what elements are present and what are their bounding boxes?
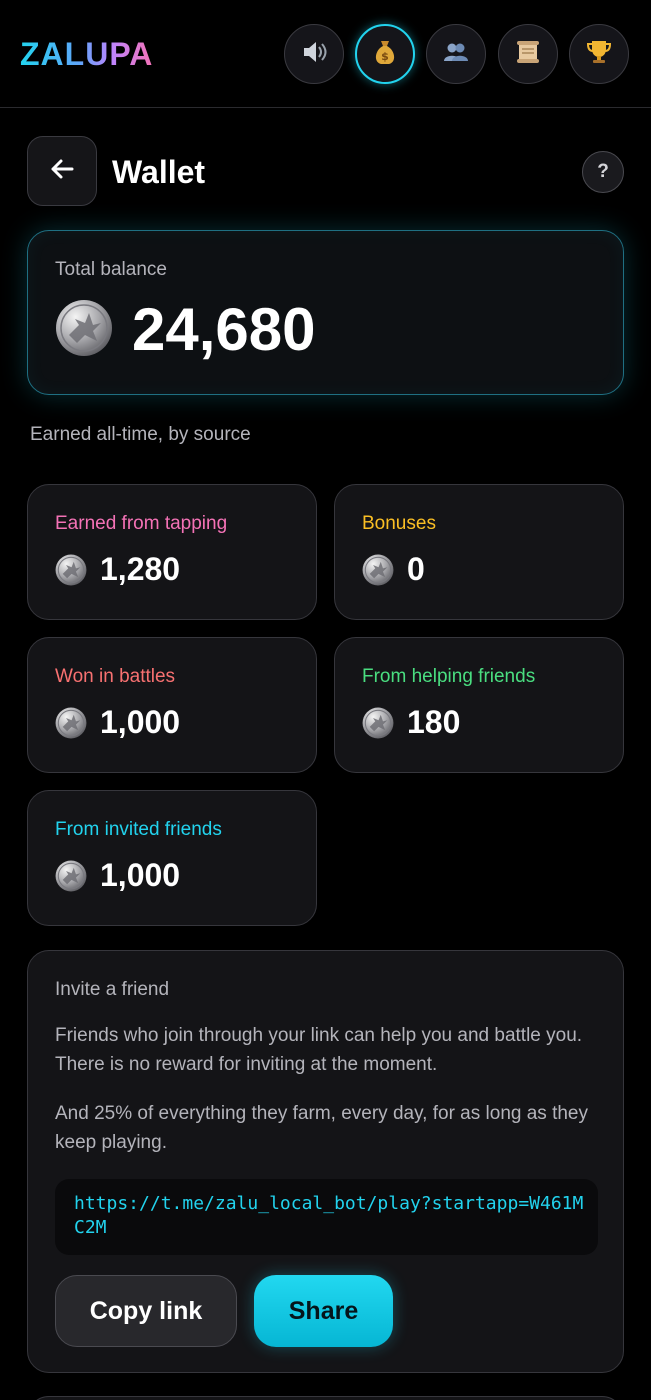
stat-card-bonuses: Bonuses 0 bbox=[334, 484, 624, 620]
stat-label: From helping friends bbox=[362, 666, 536, 687]
coin-icon bbox=[55, 554, 87, 586]
svg-text:$: $ bbox=[381, 50, 389, 63]
nav-quests-button[interactable] bbox=[498, 24, 558, 84]
help-button[interactable]: ? bbox=[582, 151, 624, 193]
invite-link-box[interactable]: https://t.me/zalu_local_bot/play?startap… bbox=[55, 1179, 598, 1255]
nav-sound-button[interactable] bbox=[284, 24, 344, 84]
coin-icon bbox=[55, 707, 87, 739]
nav-friends-button[interactable] bbox=[426, 24, 486, 84]
stat-card-helping-friends: From helping friends 180 bbox=[334, 637, 624, 773]
stat-label: Bonuses bbox=[362, 513, 436, 534]
coin-icon bbox=[362, 554, 394, 586]
invite-description: Friends who join through your link can h… bbox=[55, 1025, 583, 1075]
coin-icon bbox=[55, 299, 113, 357]
nav-leaderboard-button[interactable] bbox=[569, 24, 629, 84]
stat-value: 180 bbox=[407, 704, 461, 740]
next-card bbox=[27, 1396, 624, 1400]
stat-value: 1,000 bbox=[100, 704, 181, 740]
stat-card-battles: Won in battles 1,000 bbox=[27, 637, 317, 773]
stat-value: 0 bbox=[407, 551, 425, 587]
stat-card-invited-friends: From invited friends 1,000 bbox=[27, 790, 317, 926]
nav-wallet-button[interactable]: $ bbox=[355, 24, 415, 84]
invite-card: Invite a friend Friends who join through… bbox=[27, 950, 624, 1373]
friends-icon bbox=[441, 37, 471, 72]
share-button[interactable]: Share bbox=[254, 1275, 393, 1347]
trophy-icon bbox=[584, 37, 614, 72]
invite-reward-note: And 25% of everything they farm, every d… bbox=[55, 1103, 588, 1153]
coin-icon bbox=[55, 860, 87, 892]
balance-label: Total balance bbox=[55, 259, 167, 280]
balance-value: 24,680 bbox=[132, 296, 316, 363]
stat-label: Earned from tapping bbox=[55, 513, 228, 534]
money-bag-icon: $ bbox=[370, 37, 400, 72]
invite-title: Invite a friend bbox=[55, 979, 170, 1000]
stat-card-tapping: Earned from tapping 1,280 bbox=[27, 484, 317, 620]
stat-label: From invited friends bbox=[55, 819, 222, 840]
stat-label: Won in battles bbox=[55, 666, 176, 687]
coin-icon bbox=[362, 707, 394, 739]
stat-value: 1,280 bbox=[100, 551, 181, 587]
copy-link-button[interactable]: Copy link bbox=[55, 1275, 237, 1347]
balance-card: Total balance 24,680 bbox=[27, 230, 624, 395]
sources-label: Earned all-time, by source bbox=[30, 424, 251, 445]
stat-value: 1,000 bbox=[100, 857, 181, 893]
arrow-left-icon bbox=[48, 155, 76, 188]
back-button[interactable] bbox=[27, 136, 97, 206]
scroll-icon bbox=[513, 37, 543, 72]
speaker-icon bbox=[299, 37, 329, 72]
invite-link[interactable]: https://t.me/zalu_local_bot/play?startap… bbox=[74, 1192, 584, 1240]
app-logo: ZALUPA bbox=[20, 36, 154, 72]
page-title: Wallet bbox=[112, 154, 206, 190]
top-bar: ZALUPA $ bbox=[0, 0, 651, 108]
